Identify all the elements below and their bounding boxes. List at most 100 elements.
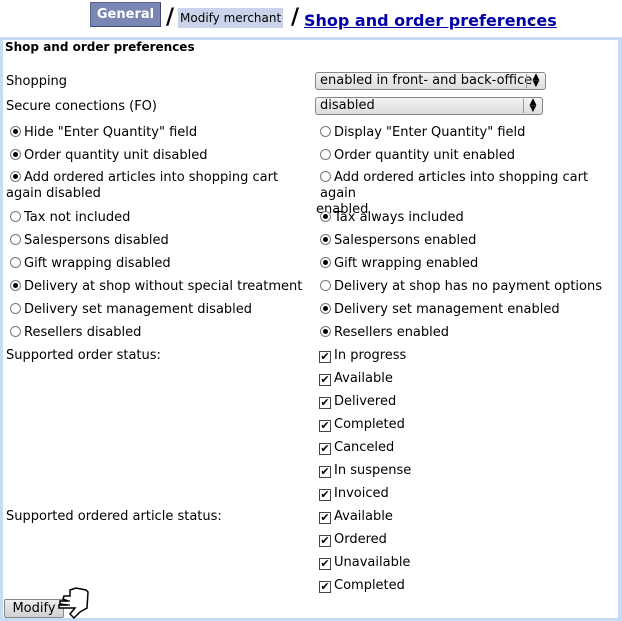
- checkbox[interactable]: ✔: [319, 466, 331, 478]
- radio-option-right[interactable]: Order quantity unit enabled: [320, 147, 515, 165]
- order-status-option[interactable]: ✔ Delivered: [319, 393, 396, 411]
- checkbox-label: Completed: [334, 578, 405, 593]
- radio-button[interactable]: [320, 149, 331, 160]
- radio-button[interactable]: [320, 211, 331, 222]
- radio-option-left[interactable]: Tax not included: [10, 209, 130, 227]
- breadcrumb-modify-merchant[interactable]: Modify merchant: [178, 8, 284, 28]
- order-status-option[interactable]: ✔ In progress: [319, 347, 406, 365]
- checkbox-label: Invoiced: [334, 486, 389, 501]
- radio-option-right[interactable]: Tax always included: [320, 209, 464, 227]
- radio-button[interactable]: [320, 326, 331, 337]
- order-status-option[interactable]: ✔ Canceled: [319, 439, 394, 457]
- tab-general[interactable]: General: [90, 2, 161, 27]
- checkbox[interactable]: ✔: [319, 489, 331, 501]
- article-status-option[interactable]: ✔ Ordered: [319, 531, 387, 549]
- checkbox[interactable]: ✔: [319, 351, 331, 363]
- checkbox[interactable]: ✔: [319, 535, 331, 547]
- order-status-option[interactable]: ✔ Completed: [319, 416, 405, 434]
- modify-button[interactable]: Modify: [4, 599, 64, 618]
- radio-option-left[interactable]: Order quantity unit disabled: [10, 147, 207, 165]
- checkbox-label: Unavailable: [334, 555, 411, 570]
- radio-button[interactable]: [320, 257, 331, 268]
- secure-select[interactable]: disabled ▲ ▼: [315, 97, 543, 115]
- radio-button[interactable]: [10, 326, 21, 337]
- radio-option-right[interactable]: Resellers enabled: [320, 324, 449, 342]
- radio-label: Gift wrapping enabled: [334, 256, 479, 271]
- radio-button[interactable]: [10, 280, 21, 291]
- shopping-select[interactable]: enabled in front- and back-office ▲ ▼: [315, 72, 546, 90]
- radio-button[interactable]: [320, 303, 331, 314]
- order-status-option[interactable]: ✔ Invoiced: [319, 485, 389, 503]
- radio-button[interactable]: [320, 171, 331, 182]
- article-status-option[interactable]: ✔ Available: [319, 508, 393, 526]
- checkbox-label: Available: [334, 371, 393, 386]
- radio-option-left[interactable]: Delivery set management disabled: [10, 301, 252, 319]
- radio-button[interactable]: [10, 126, 21, 137]
- radio-button[interactable]: [10, 211, 21, 222]
- radio-label: Delivery set management enabled: [334, 302, 560, 317]
- checkbox[interactable]: ✔: [319, 420, 331, 432]
- select-arrows-icon: ▲ ▼: [523, 98, 542, 114]
- radio-row: Salespersons disabled Salespersons enable…: [0, 231, 622, 253]
- radio-label: Delivery set management disabled: [24, 302, 253, 317]
- order-status-option[interactable]: ✔ In suspense: [319, 462, 411, 480]
- radio-option-right[interactable]: Delivery set management enabled: [320, 301, 560, 319]
- radio-option-left[interactable]: Resellers disabled: [10, 324, 141, 342]
- checkbox[interactable]: ✔: [319, 581, 331, 593]
- checkbox[interactable]: ✔: [319, 512, 331, 524]
- radio-row: Gift wrapping disabled Gift wrapping enab…: [0, 254, 622, 276]
- radio-option-right[interactable]: Delivery at shop has no payment options: [320, 278, 602, 296]
- secure-label: Secure conections (FO): [6, 99, 157, 114]
- radio-row: Resellers disabled Resellers enabled: [0, 323, 622, 345]
- checkbox[interactable]: ✔: [319, 374, 331, 386]
- checkbox[interactable]: ✔: [319, 558, 331, 570]
- order-status-label: Supported order status:: [6, 348, 161, 363]
- shopping-select-value: enabled in front- and back-office: [320, 73, 533, 88]
- shopping-label: Shopping: [6, 74, 68, 89]
- article-status-option[interactable]: ✔ Unavailable: [319, 554, 410, 572]
- radio-label: Delivery at shop has no payment options: [334, 279, 602, 294]
- breadcrumb-separator: /: [166, 5, 175, 30]
- order-status-option[interactable]: ✔ Available: [319, 370, 393, 388]
- radio-option-right[interactable]: Gift wrapping enabled: [320, 255, 478, 273]
- radio-option-left[interactable]: Hide "Enter Quantity" field: [10, 124, 197, 142]
- radio-button[interactable]: [10, 149, 21, 160]
- radio-label: Salespersons enabled: [334, 233, 477, 248]
- radio-label: Add ordered articles into shopping cart: [24, 170, 279, 185]
- radio-button[interactable]: [10, 171, 21, 182]
- checkbox-label: Ordered: [334, 532, 387, 547]
- checkbox-label: Completed: [334, 417, 405, 432]
- radio-button[interactable]: [10, 303, 21, 314]
- radio-button[interactable]: [10, 234, 21, 245]
- radio-option-left[interactable]: Salespersons disabled: [10, 232, 169, 250]
- radio-button[interactable]: [10, 257, 21, 268]
- checkbox[interactable]: ✔: [319, 397, 331, 409]
- panel-title: Shop and order preferences: [5, 40, 195, 54]
- radio-option-left[interactable]: Delivery at shop without special treatme…: [10, 278, 302, 296]
- radio-label: Hide "Enter Quantity" field: [24, 125, 198, 140]
- radio-label: Salespersons disabled: [24, 233, 169, 248]
- radio-label: Tax always included: [334, 210, 464, 225]
- breadcrumb-current-link[interactable]: Shop and order preferences: [304, 11, 557, 31]
- radio-label-continued: again disabled: [6, 186, 101, 201]
- radio-row: Tax not included Tax always included: [0, 208, 622, 230]
- radio-option-right[interactable]: Salespersons enabled: [320, 232, 476, 250]
- radio-label: Tax not included: [24, 210, 131, 225]
- radio-option-left[interactable]: Gift wrapping disabled: [10, 255, 171, 273]
- checkbox-label: Canceled: [334, 440, 395, 455]
- article-status-label: Supported ordered article status:: [6, 509, 222, 524]
- radio-label: Delivery at shop without special treatme…: [24, 279, 303, 294]
- radio-label: Order quantity unit disabled: [24, 148, 208, 163]
- radio-option-right[interactable]: Display "Enter Quantity" field: [320, 124, 525, 142]
- radio-option-left[interactable]: Add ordered articles into shopping cart a…: [6, 170, 279, 202]
- radio-button[interactable]: [320, 126, 331, 137]
- radio-button[interactable]: [320, 280, 331, 291]
- shopping-row: Shopping enabled in front- and back-offi…: [0, 72, 622, 94]
- checkbox[interactable]: ✔: [319, 443, 331, 455]
- radio-button[interactable]: [320, 234, 331, 245]
- radio-label: Resellers disabled: [24, 325, 142, 340]
- radio-label: Gift wrapping disabled: [24, 256, 171, 271]
- breadcrumb-separator: /: [291, 5, 300, 30]
- article-status-option[interactable]: ✔ Completed: [319, 577, 405, 595]
- pointing-hand-icon: [58, 587, 89, 620]
